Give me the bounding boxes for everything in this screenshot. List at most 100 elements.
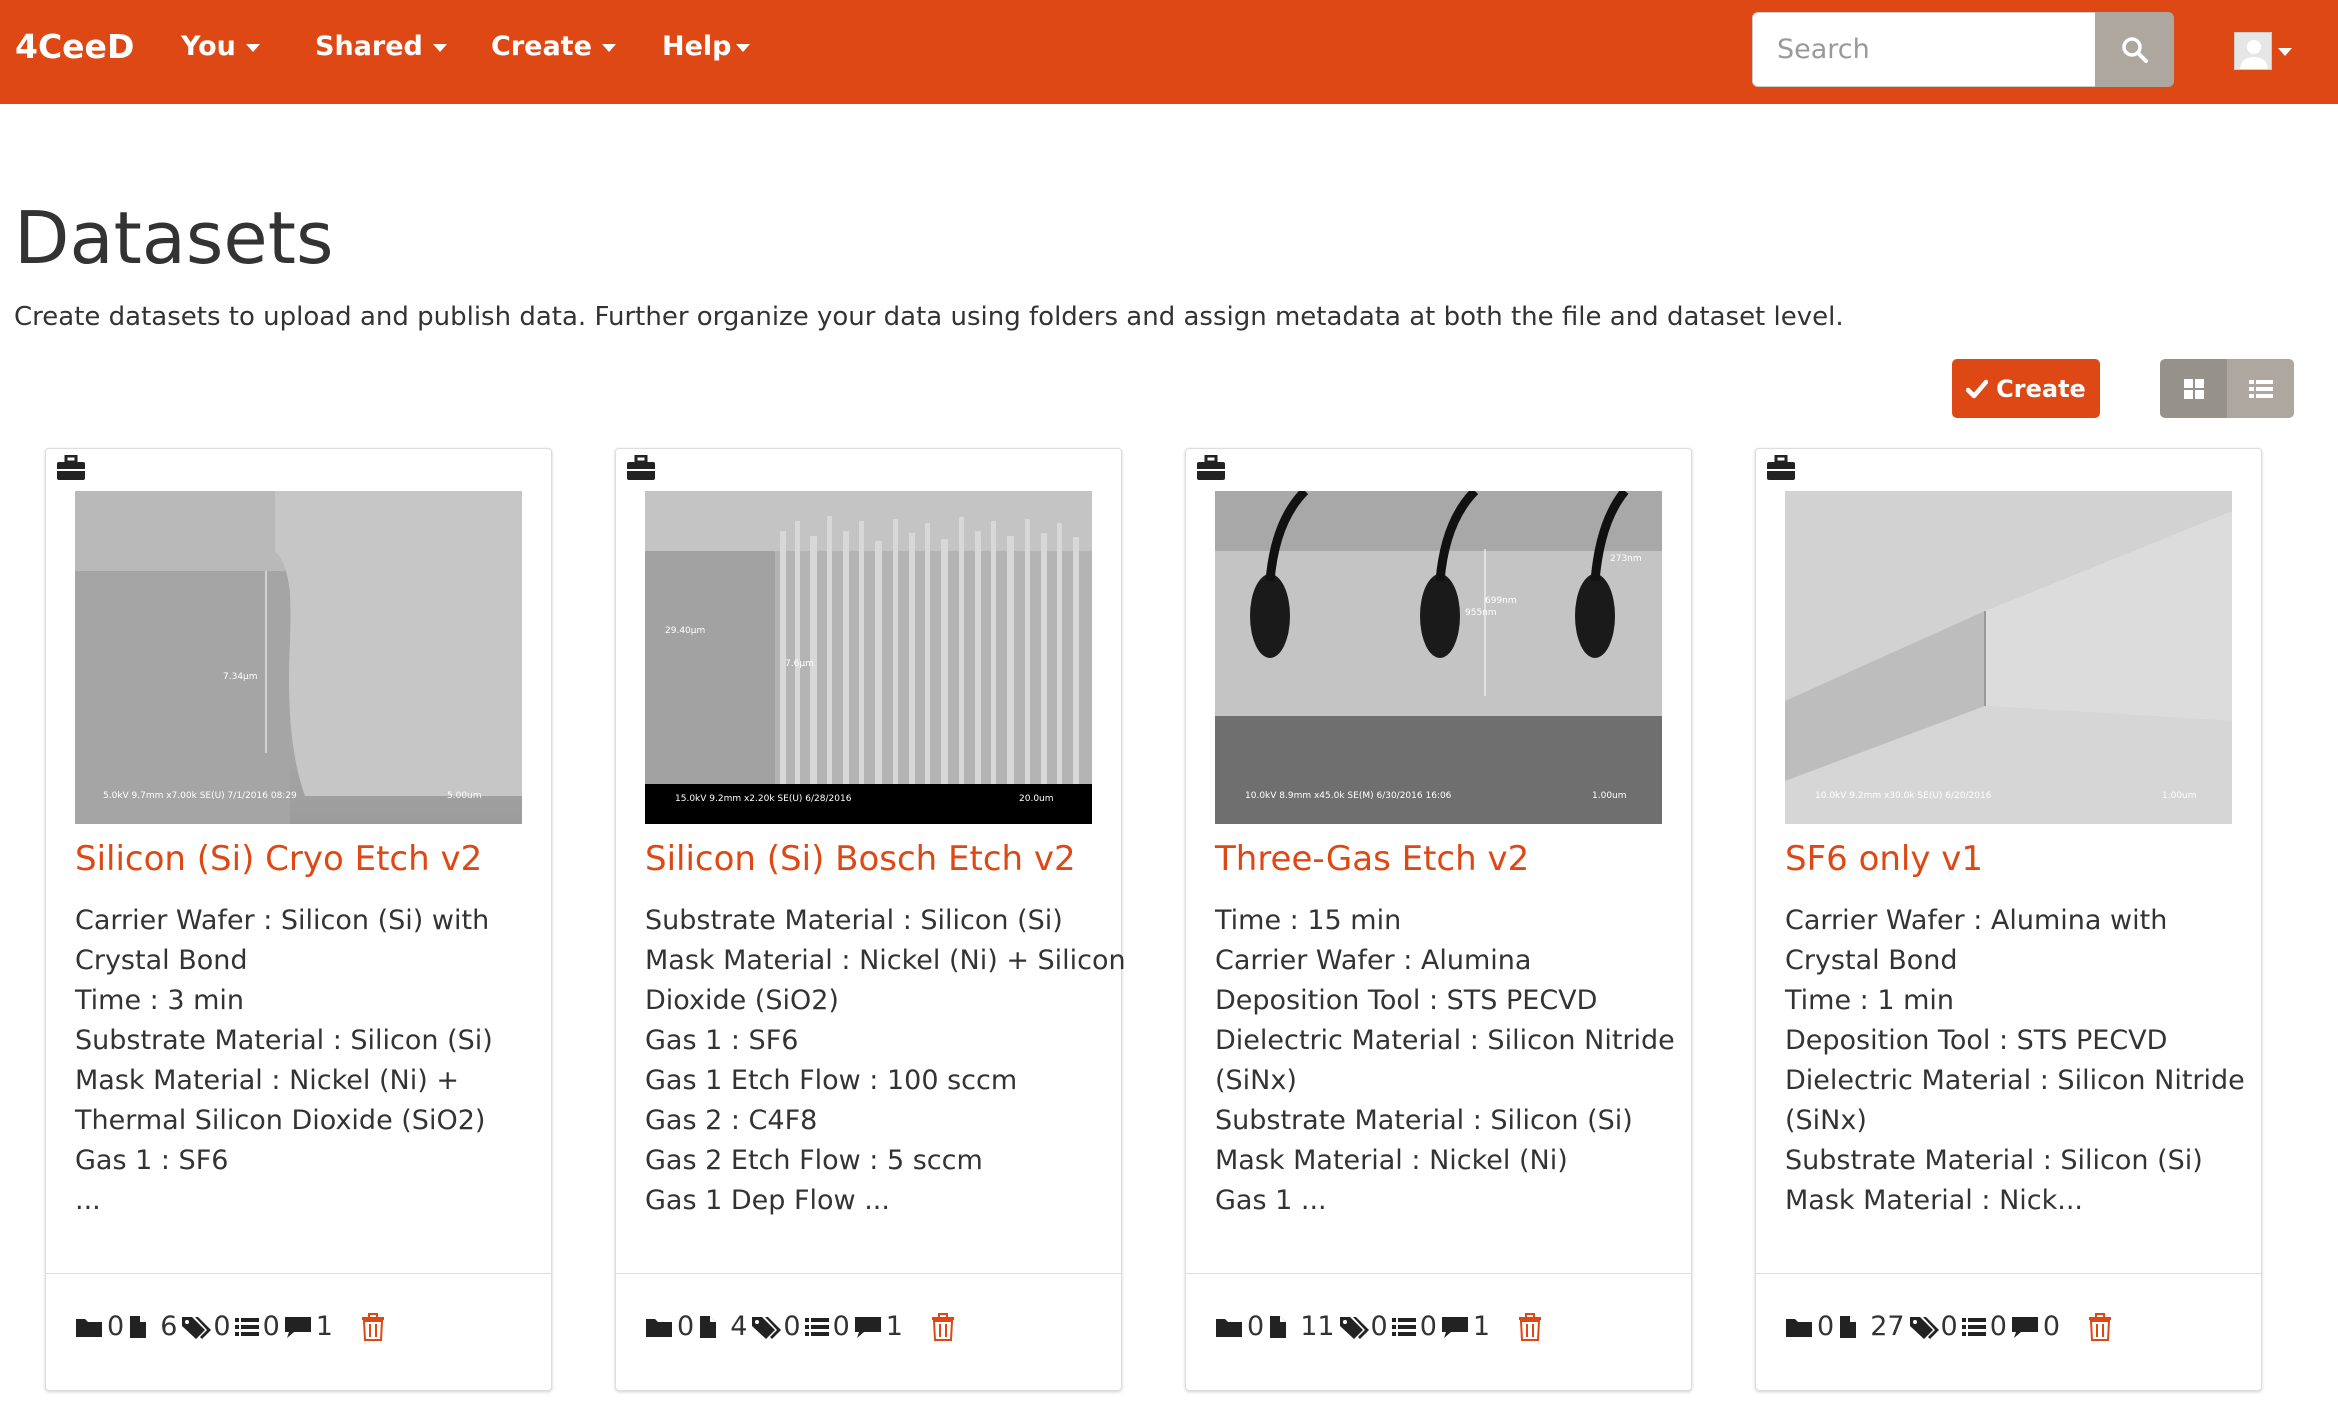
card-stats: 0 27 0 0 0 xyxy=(1785,1311,2112,1342)
sem-measure-label: 699nm xyxy=(1485,596,1517,606)
page-description: Create datasets to upload and publish da… xyxy=(14,302,1844,332)
search-button[interactable] xyxy=(2095,12,2174,87)
dataset-card: 29.40µm 7.6µm 15.0kV 9.2mm x2.20k SE(U) … xyxy=(615,448,1126,1391)
folder-icon xyxy=(76,1318,102,1337)
search-form xyxy=(1752,12,2174,87)
sem-measure-label: 273nm xyxy=(1610,554,1642,564)
nav-menu-create[interactable]: Create xyxy=(491,31,616,62)
sem-image: 699nm 955nm 273nm 10.0kV 8.9mm x45.0k SE… xyxy=(1215,491,1662,824)
chevron-down-icon xyxy=(2278,48,2292,56)
metadata-count: 0 xyxy=(1391,1311,1441,1342)
comment-icon xyxy=(2011,1316,2038,1338)
grid-view-button[interactable] xyxy=(2160,359,2227,418)
files-count: 27 xyxy=(1838,1311,1908,1342)
dataset-title-link[interactable]: SF6 only v1 xyxy=(1785,839,1983,879)
metadata-line: Thermal Silicon Dioxide (SiO2) xyxy=(75,1105,486,1136)
metadata-line: Crystal Bond xyxy=(1785,945,1958,976)
chevron-down-icon xyxy=(601,43,616,52)
sem-caption: 10.0kV 9.2mm x30.0k SE(U) 6/20/2016 xyxy=(1815,791,1992,801)
sem-caption: 5.0kV 9.7mm x7.00k SE(U) 7/1/2016 08:29 xyxy=(103,791,297,801)
comments-count: 0 xyxy=(2011,1311,2064,1342)
metadata-line: Mask Material : Nick... xyxy=(1785,1185,2084,1216)
dataset-metadata: Carrier Wafer : Silicon (Si) with Crysta… xyxy=(75,901,530,1221)
chevron-down-icon xyxy=(735,43,750,52)
dataset-title-link[interactable]: Silicon (Si) Bosch Etch v2 xyxy=(645,839,1076,879)
metadata-line: Mask Material : Nickel (Ni) xyxy=(1215,1145,1568,1176)
trash-icon[interactable] xyxy=(2088,1312,2112,1341)
briefcase-icon xyxy=(1197,455,1225,480)
metadata-line: Carrier Wafer : Alumina with xyxy=(1785,905,2168,936)
page-title: Datasets xyxy=(14,196,334,280)
list-icon xyxy=(2248,379,2273,398)
metadata-line: Deposition Tool : STS PECVD xyxy=(1785,1025,2168,1056)
file-icon xyxy=(1270,1315,1287,1338)
top-navbar: 4CeeD You Shared Create Help xyxy=(0,0,2338,104)
card-divider xyxy=(616,1273,1121,1274)
metadata-line: Substrate Material : Silicon (Si) xyxy=(645,905,1063,936)
briefcase-icon xyxy=(57,455,85,480)
dataset-card: 699nm 955nm 273nm 10.0kV 8.9mm x45.0k SE… xyxy=(1185,448,1692,1391)
metadata-line: Dielectric Material : Silicon Nitride xyxy=(1215,1025,1675,1056)
folder-icon xyxy=(646,1318,672,1337)
nav-menu-you-label: You xyxy=(181,31,236,62)
check-icon xyxy=(1966,379,1989,398)
file-icon xyxy=(1840,1315,1857,1338)
metadata-line: Dielectric Material : Silicon Nitride xyxy=(1785,1065,2245,1096)
trash-icon[interactable] xyxy=(931,1312,955,1341)
files-count: 11 xyxy=(1268,1311,1338,1342)
tags-count: 0 xyxy=(181,1311,234,1342)
comments-count: 1 xyxy=(284,1311,337,1342)
metadata-line: Gas 2 : C4F8 xyxy=(645,1105,818,1136)
card-stats: 0 6 0 0 1 xyxy=(75,1311,385,1342)
dataset-card: 10.0kV 9.2mm x30.0k SE(U) 6/20/2016 1.00… xyxy=(1755,448,2262,1391)
user-menu[interactable] xyxy=(2234,32,2292,70)
metadata-line: Time : 1 min xyxy=(1785,985,1955,1016)
metadata-line: Time : 3 min xyxy=(75,985,245,1016)
nav-menu-you[interactable]: You xyxy=(181,31,260,62)
files-count: 6 xyxy=(128,1311,181,1342)
folders-count: 0 xyxy=(1785,1311,1838,1342)
sem-image: 7.34µm 5.0kV 9.7mm x7.00k SE(U) 7/1/2016… xyxy=(75,491,522,824)
dataset-thumbnail[interactable]: 7.34µm 5.0kV 9.7mm x7.00k SE(U) 7/1/2016… xyxy=(75,491,522,824)
metadata-line: Substrate Material : Silicon (Si) xyxy=(1785,1145,2203,1176)
comments-count: 1 xyxy=(1441,1311,1494,1342)
trash-icon[interactable] xyxy=(361,1312,385,1341)
search-input[interactable] xyxy=(1752,12,2095,87)
dataset-thumbnail[interactable]: 699nm 955nm 273nm 10.0kV 8.9mm x45.0k SE… xyxy=(1215,491,1662,824)
avatar xyxy=(2234,32,2272,70)
dataset-metadata: Substrate Material : Silicon (Si) Mask M… xyxy=(645,901,1126,1221)
sem-image: 29.40µm 7.6µm 15.0kV 9.2mm x2.20k SE(U) … xyxy=(645,491,1092,824)
brand-logo[interactable]: 4CeeD xyxy=(15,27,134,66)
folder-icon xyxy=(1216,1318,1242,1337)
trash-icon[interactable] xyxy=(1518,1312,1542,1341)
dataset-thumbnail[interactable]: 29.40µm 7.6µm 15.0kV 9.2mm x2.20k SE(U) … xyxy=(645,491,1092,824)
list-icon xyxy=(1391,1317,1416,1336)
sem-scale-label: 1.00um xyxy=(2162,791,2197,801)
metadata-line: Gas 1 : SF6 xyxy=(645,1025,799,1056)
files-count: 4 xyxy=(698,1311,751,1342)
folder-icon xyxy=(1786,1318,1812,1337)
sem-caption: 15.0kV 9.2mm x2.20k SE(U) 6/28/2016 xyxy=(675,794,852,804)
sem-measure-label: 7.6µm xyxy=(785,659,814,669)
metadata-line: Time : 15 min xyxy=(1215,905,1402,936)
nav-menu-shared[interactable]: Shared xyxy=(315,31,447,62)
sem-measure-label: 29.40µm xyxy=(665,626,705,636)
metadata-line: Substrate Material : Silicon (Si) xyxy=(1215,1105,1633,1136)
dataset-title-link[interactable]: Silicon (Si) Cryo Etch v2 xyxy=(75,839,482,879)
dataset-thumbnail[interactable]: 10.0kV 9.2mm x30.0k SE(U) 6/20/2016 1.00… xyxy=(1785,491,2232,824)
metadata-line: (SiNx) xyxy=(1785,1105,1867,1136)
grid-icon xyxy=(2183,378,2204,399)
tags-icon xyxy=(1339,1316,1369,1339)
briefcase-icon xyxy=(1767,455,1795,480)
create-dataset-button[interactable]: Create xyxy=(1952,359,2100,418)
nav-menu-help[interactable]: Help xyxy=(662,31,750,62)
list-view-button[interactable] xyxy=(2227,359,2294,418)
dataset-title-link[interactable]: Three-Gas Etch v2 xyxy=(1215,839,1529,879)
tags-count: 0 xyxy=(1909,1311,1962,1342)
metadata-line: Mask Material : Nickel (Ni) + xyxy=(75,1065,459,1096)
chevron-down-icon xyxy=(245,43,260,52)
briefcase-icon xyxy=(627,455,655,480)
sem-scale-label: 1.00um xyxy=(1592,791,1627,801)
search-icon xyxy=(2121,36,2148,63)
nav-menu-help-label: Help xyxy=(662,31,732,62)
